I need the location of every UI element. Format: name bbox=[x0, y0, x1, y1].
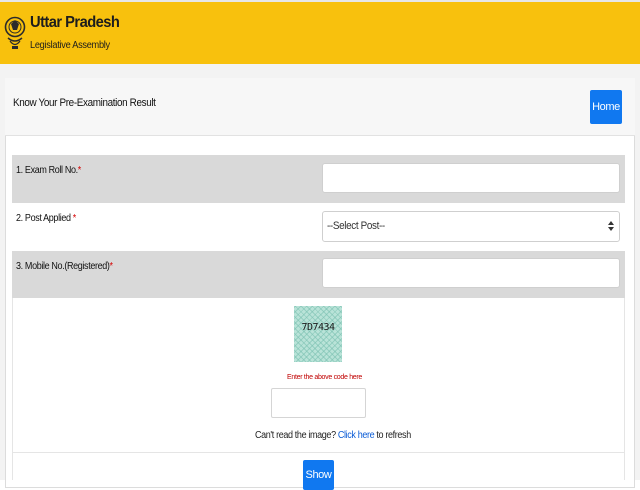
site-header: Uttar Pradesh Legislative Assembly bbox=[0, 0, 640, 64]
brand-name: Uttar Pradesh bbox=[30, 14, 120, 31]
state-emblem-icon bbox=[4, 16, 26, 49]
required-mark: * bbox=[72, 213, 76, 224]
captcha-hint: Enter the above code here bbox=[287, 374, 363, 381]
roll-no-label: 1. Exam Roll No.* bbox=[16, 165, 81, 176]
refresh-suffix: to refresh bbox=[374, 430, 411, 441]
refresh-prefix: Can't read the image? bbox=[255, 430, 338, 441]
captcha-refresh-line: Can't read the image? Click here to refr… bbox=[255, 430, 411, 441]
divider bbox=[12, 452, 625, 453]
required-mark: * bbox=[109, 261, 113, 272]
show-button[interactable]: Show bbox=[303, 460, 334, 490]
captcha-code: 7D7434 bbox=[301, 322, 335, 333]
mobile-input[interactable] bbox=[322, 258, 620, 288]
required-mark: * bbox=[77, 165, 81, 176]
captcha-image: 7D7434 bbox=[294, 306, 342, 362]
post-select[interactable]: --Select Post-- bbox=[322, 211, 620, 242]
post-select-value: --Select Post-- bbox=[327, 220, 385, 232]
post-label: 2. Post Applied * bbox=[16, 213, 76, 224]
home-button[interactable]: Home bbox=[590, 90, 622, 124]
brand-subtitle: Legislative Assembly bbox=[30, 40, 110, 51]
mobile-label: 3. Mobile No.(Registered)* bbox=[16, 261, 113, 272]
roll-no-input[interactable] bbox=[322, 163, 620, 193]
captcha-input[interactable] bbox=[271, 388, 366, 418]
select-arrows-icon bbox=[608, 221, 614, 231]
page-title: Know Your Pre-Examination Result bbox=[13, 97, 156, 109]
refresh-link[interactable]: Click here bbox=[338, 430, 375, 441]
